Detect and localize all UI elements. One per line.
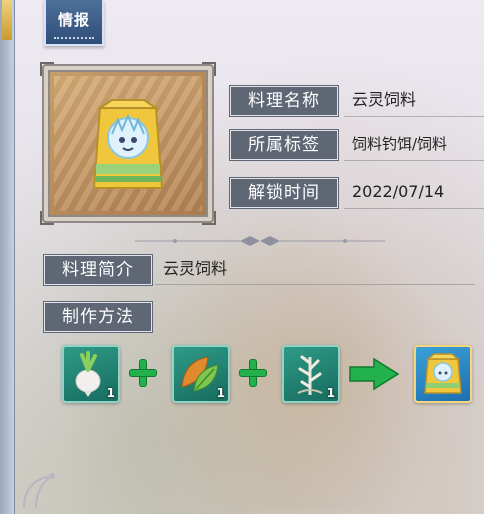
intro-label: 料理简介 — [44, 255, 152, 285]
ingredient-slot-herb[interactable]: 1 — [282, 345, 340, 403]
recipe-label: 制作方法 — [44, 302, 152, 332]
plus-icon — [240, 360, 266, 386]
ingredient-slot-leaf[interactable]: 1 — [172, 345, 230, 403]
divider-ornament — [135, 236, 385, 246]
arrow-right-icon — [349, 357, 400, 391]
tab-info[interactable]: 情报 — [44, 0, 104, 46]
tags-value: 饲料钓饵/饲料 — [352, 135, 448, 153]
plus-icon — [130, 360, 156, 386]
left-rail — [0, 0, 15, 514]
feed-bag-icon — [92, 99, 164, 189]
tags-label: 所属标签 — [230, 130, 338, 160]
ingredient-count: 1 — [326, 386, 335, 400]
ingredient-count: 1 — [216, 386, 225, 400]
ingredient-count: 1 — [106, 386, 115, 400]
feed-bag-icon — [424, 353, 462, 394]
corner-ornament — [23, 473, 55, 509]
name-value: 云灵饲料 — [352, 90, 417, 109]
rail-gold-ornament — [2, 0, 12, 40]
result-slot[interactable] — [414, 345, 472, 403]
ingredient-slot-turnip[interactable]: 1 — [62, 345, 120, 403]
unlock-value: 2022/07/14 — [352, 182, 445, 201]
tab-info-label: 情报 — [57, 11, 90, 29]
item-image-frame — [40, 62, 216, 225]
unlock-label: 解锁时间 — [230, 178, 338, 208]
name-label: 料理名称 — [230, 86, 338, 116]
intro-value: 云灵饲料 — [163, 259, 228, 278]
